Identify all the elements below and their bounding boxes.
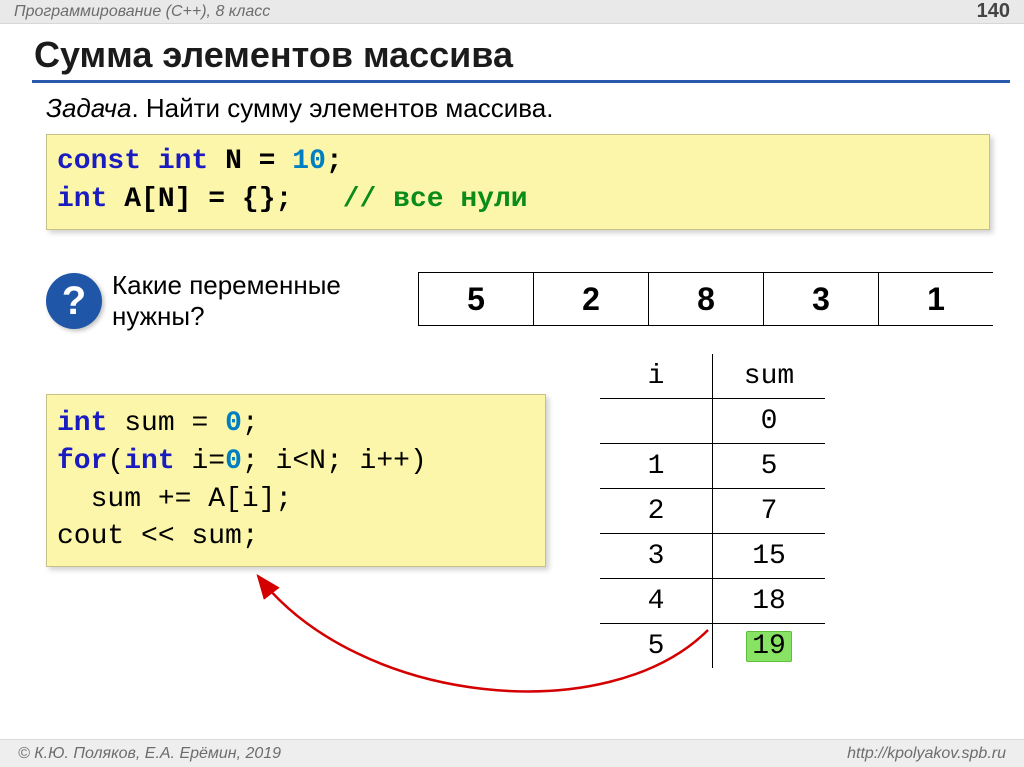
copyright: © К.Ю. Поляков, Е.А. Ерёмин, 2019 [18,745,281,763]
table-row: 2 7 [600,489,825,534]
task-label: Задача [46,93,131,123]
table-row: 1 5 [600,444,825,489]
array-cell: 5 [419,273,534,326]
code-line: for(int i=0; i<N; i++) [57,443,535,481]
question-text: Какие переменные нужны? [112,270,341,332]
source-url: http://kpolyakov.spb.ru [847,745,1006,763]
question-icon: ? [46,273,102,329]
code-line: const int N = 10; [57,143,979,181]
table-row: 0 [600,399,825,444]
code-declaration: const int N = 10; int A[N] = {}; // все … [46,134,990,230]
trace-i: 3 [600,534,713,579]
task-text: Задача. Найти сумму элементов массива. [46,93,1024,124]
code-line: int sum = 0; [57,405,535,443]
array-cell: 3 [764,273,879,326]
code-sum-loop: int sum = 0; for(int i=0; i<N; i++) sum … [46,394,546,567]
code-line: cout << sum; [57,518,535,556]
trace-i: 2 [600,489,713,534]
trace-table: i sum 0 1 5 2 7 3 15 4 18 5 19 [600,354,825,668]
task-body: . Найти сумму элементов массива. [131,93,553,123]
slide-footer: © К.Ю. Поляков, Е.А. Ерёмин, 2019 http:/… [0,739,1024,767]
trace-sum: 7 [713,489,826,534]
trace-sum: 18 [713,579,826,624]
array-cell: 8 [649,273,764,326]
question-callout: ? Какие переменные нужны? [46,270,341,332]
title-rule [32,80,1010,83]
trace-sum: 0 [713,399,826,444]
table-row: 5 2 8 3 1 [419,273,994,326]
trace-i: 1 [600,444,713,489]
slide-header: Программирование (C++), 8 класс 140 [0,0,1024,24]
trace-i [600,399,713,444]
page-number: 140 [977,0,1010,23]
table-row: 4 18 [600,579,825,624]
table-row: i sum [600,354,825,399]
table-row: 5 19 [600,624,825,669]
course-title: Программирование (C++), 8 класс [14,3,270,21]
array-cell: 1 [879,273,994,326]
trace-sum: 15 [713,534,826,579]
array-values-table: 5 2 8 3 1 [418,272,993,326]
trace-header-i: i [600,354,713,399]
trace-header-sum: sum [713,354,826,399]
array-cell: 2 [534,273,649,326]
trace-sum-highlight: 19 [713,624,826,669]
trace-i: 5 [600,624,713,669]
code-line: sum += A[i]; [57,481,535,519]
slide: Программирование (C++), 8 класс 140 Сумм… [0,0,1024,767]
slide-title: Сумма элементов массива [34,34,1024,76]
table-row: 3 15 [600,534,825,579]
trace-sum: 5 [713,444,826,489]
code-line: int A[N] = {}; // все нули [57,181,979,219]
trace-i: 4 [600,579,713,624]
